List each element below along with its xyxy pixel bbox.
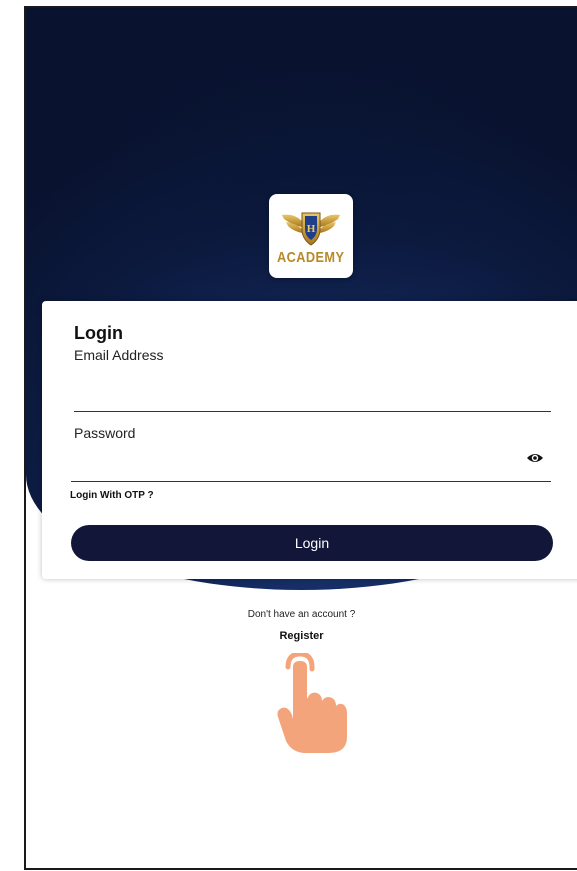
winged-shield-icon: H	[282, 212, 340, 246]
phone-screen: H ACADEMY Login Email Address Password L…	[24, 6, 577, 870]
logo-text: ACADEMY	[277, 248, 345, 266]
password-label: Password	[74, 425, 136, 441]
pointing-hand-icon	[277, 653, 347, 753]
login-with-otp-link[interactable]: Login With OTP ?	[70, 490, 154, 501]
academy-logo: H ACADEMY	[269, 194, 353, 278]
login-title: Login	[74, 323, 123, 343]
email-label: Email Address	[74, 347, 164, 363]
login-button[interactable]: Login	[71, 525, 553, 561]
register-link[interactable]: Register	[26, 630, 577, 642]
login-card: Login Email Address Password Login With …	[42, 301, 577, 579]
svg-text:H: H	[307, 223, 316, 235]
no-account-prompt: Don't have an account ?	[247, 609, 356, 620]
eye-icon[interactable]	[526, 451, 544, 465]
password-field[interactable]	[71, 455, 551, 482]
email-field[interactable]	[74, 385, 551, 412]
